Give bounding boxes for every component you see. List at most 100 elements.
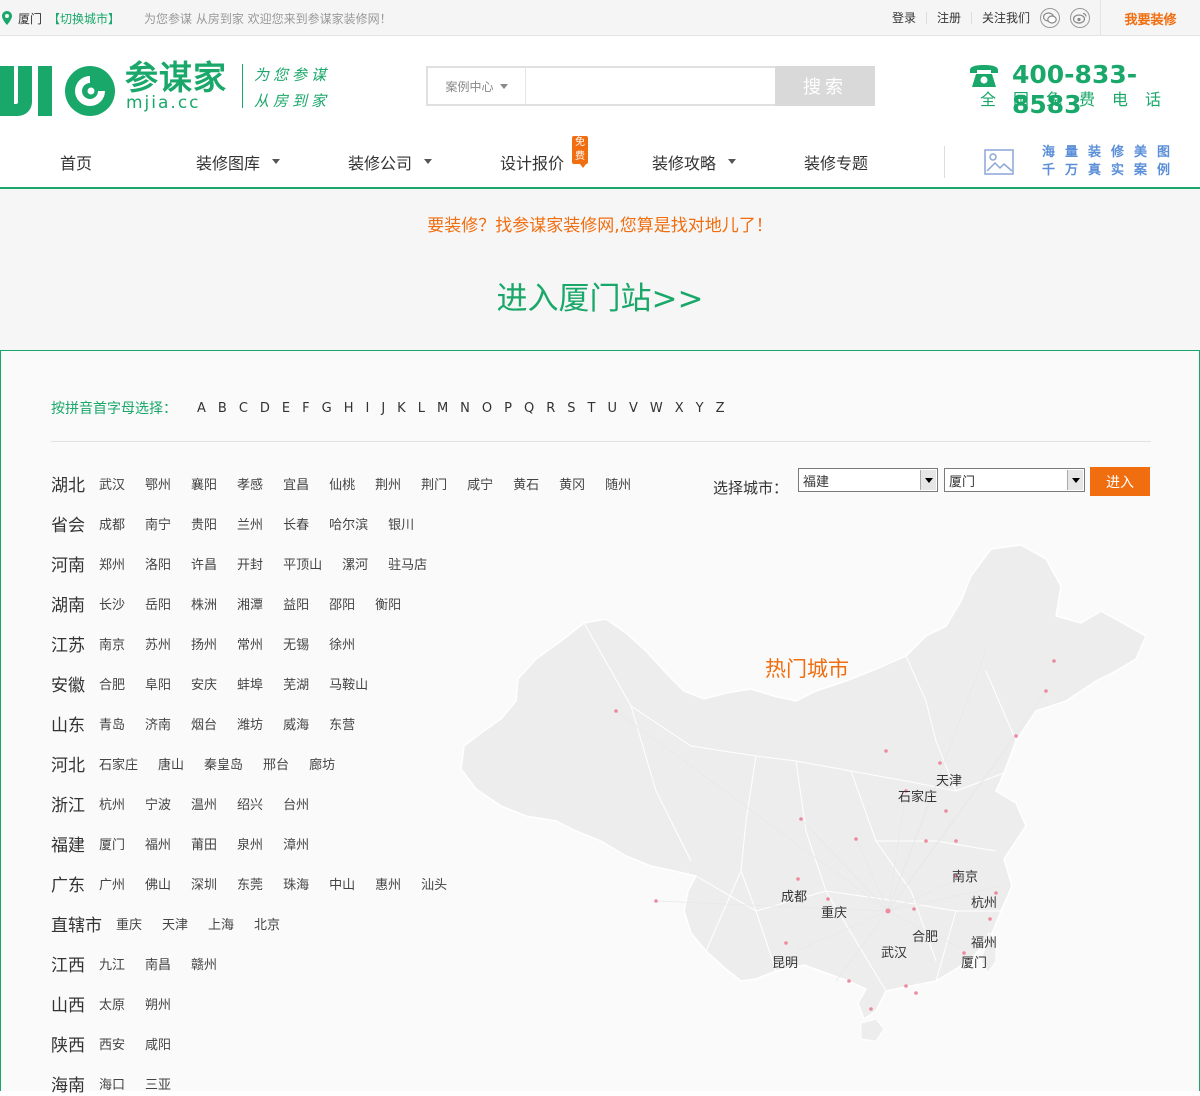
city-link[interactable]: 泉州	[237, 834, 263, 853]
city-link[interactable]: 珠海	[283, 874, 309, 893]
city-link[interactable]: 唐山	[158, 754, 184, 773]
city-link[interactable]: 贵阳	[191, 514, 217, 533]
search-category-dropdown[interactable]: 案例中心	[428, 68, 526, 104]
city-link[interactable]: 兰州	[237, 514, 263, 533]
city-link[interactable]: 中山	[329, 874, 355, 893]
letter-j[interactable]: J	[381, 401, 385, 416]
letter-r[interactable]: R	[546, 401, 555, 416]
map-city-nanjing[interactable]: 南京	[952, 866, 978, 885]
enter-city-site-link[interactable]: 进入厦门站>>	[0, 273, 1200, 318]
city-link[interactable]: 扬州	[191, 634, 217, 653]
letter-z[interactable]: Z	[716, 401, 725, 416]
city-link[interactable]: 朔州	[145, 994, 171, 1013]
city-link[interactable]: 绍兴	[237, 794, 263, 813]
letter-u[interactable]: U	[607, 401, 617, 416]
city-link[interactable]: 马鞍山	[329, 674, 368, 693]
city-link[interactable]: 潍坊	[237, 714, 263, 733]
city-link[interactable]: 徐州	[329, 634, 355, 653]
city-link[interactable]: 广州	[99, 874, 125, 893]
city-link[interactable]: 佛山	[145, 874, 171, 893]
city-link[interactable]: 惠州	[375, 874, 401, 893]
letter-w[interactable]: W	[650, 401, 663, 416]
city-link[interactable]: 邢台	[263, 754, 289, 773]
nav-topics[interactable]: 装修专题	[804, 136, 868, 187]
nav-guides[interactable]: 装修攻略	[652, 136, 737, 187]
letter-p[interactable]: P	[504, 401, 512, 416]
city-link[interactable]: 安庆	[191, 674, 217, 693]
city-link[interactable]: 宁波	[145, 794, 171, 813]
city-link[interactable]: 洛阳	[145, 554, 171, 573]
city-link[interactable]: 鄂州	[145, 474, 171, 493]
map-city-xiamen[interactable]: 厦门	[961, 952, 987, 971]
image-icon[interactable]	[984, 149, 1014, 175]
wechat-icon[interactable]	[1040, 8, 1060, 28]
register-link[interactable]: 注册	[927, 12, 972, 24]
city-link[interactable]: 无锡	[283, 634, 309, 653]
city-link[interactable]: 南宁	[145, 514, 171, 533]
letter-k[interactable]: K	[397, 401, 406, 416]
city-link[interactable]: 烟台	[191, 714, 217, 733]
city-link[interactable]: 长沙	[99, 594, 125, 613]
letter-f[interactable]: F	[302, 401, 309, 416]
city-link[interactable]: 西安	[99, 1034, 125, 1053]
letter-b[interactable]: B	[218, 401, 227, 416]
letter-q[interactable]: Q	[524, 401, 534, 416]
letter-n[interactable]: N	[460, 401, 470, 416]
letter-m[interactable]: M	[437, 401, 448, 416]
city-link[interactable]: 仙桃	[329, 474, 355, 493]
city-link[interactable]: 福州	[145, 834, 171, 853]
letter-h[interactable]: H	[344, 401, 354, 416]
city-link[interactable]: 青岛	[99, 714, 125, 733]
city-link[interactable]: 上海	[208, 914, 234, 933]
city-link[interactable]: 莆田	[191, 834, 217, 853]
letter-d[interactable]: D	[260, 401, 270, 416]
city-link[interactable]: 南昌	[145, 954, 171, 973]
nav-promo-link[interactable]: 海量装修美图 千万真实案例	[1042, 144, 1180, 180]
enter-button[interactable]: 进入	[1090, 467, 1150, 496]
letter-l[interactable]: L	[418, 401, 425, 416]
city-link[interactable]: 重庆	[116, 914, 142, 933]
search-input[interactable]	[526, 68, 775, 104]
city-link[interactable]: 襄阳	[191, 474, 217, 493]
city-link[interactable]: 荆门	[421, 474, 447, 493]
city-link[interactable]: 许昌	[191, 554, 217, 573]
city-link[interactable]: 九江	[99, 954, 125, 973]
city-link[interactable]: 株洲	[191, 594, 217, 613]
city-link[interactable]: 黄冈	[559, 474, 585, 493]
letter-o[interactable]: O	[482, 401, 492, 416]
city-link[interactable]: 天津	[162, 914, 188, 933]
switch-city-link[interactable]: 【切换城市】	[48, 10, 120, 27]
city-link[interactable]: 苏州	[145, 634, 171, 653]
city-link[interactable]: 蚌埠	[237, 674, 263, 693]
nav-home[interactable]: 首页	[60, 136, 92, 187]
city-link[interactable]: 三亚	[145, 1074, 171, 1093]
province-select[interactable]: 福建	[798, 468, 938, 492]
weibo-icon[interactable]	[1070, 8, 1090, 28]
letter-v[interactable]: V	[629, 401, 638, 416]
search-button[interactable]: 搜索	[775, 66, 875, 106]
nav-design-quote[interactable]: 设计报价 免费	[500, 136, 588, 187]
map-city-chengdu[interactable]: 成都	[781, 886, 807, 905]
city-link[interactable]: 芜湖	[283, 674, 309, 693]
city-link[interactable]: 合肥	[99, 674, 125, 693]
city-link[interactable]: 常州	[237, 634, 263, 653]
letter-t[interactable]: T	[588, 401, 596, 416]
city-link[interactable]: 黄石	[513, 474, 539, 493]
letter-g[interactable]: G	[322, 401, 332, 416]
city-link[interactable]: 银川	[388, 514, 414, 533]
city-link[interactable]: 秦皇岛	[204, 754, 243, 773]
city-link[interactable]: 衡阳	[375, 594, 401, 613]
letter-x[interactable]: X	[675, 401, 684, 416]
nav-gallery[interactable]: 装修图库	[196, 136, 281, 187]
city-link[interactable]: 漯河	[342, 554, 368, 573]
city-link[interactable]: 南京	[99, 634, 125, 653]
city-link[interactable]: 开封	[237, 554, 263, 573]
logo-mark-icon[interactable]	[0, 60, 118, 116]
map-city-shijiazhuang[interactable]: 石家庄	[898, 786, 937, 805]
city-link[interactable]: 廊坊	[309, 754, 335, 773]
city-link[interactable]: 漳州	[283, 834, 309, 853]
city-link[interactable]: 哈尔滨	[329, 514, 368, 533]
city-select[interactable]: 厦门	[944, 468, 1085, 492]
city-link[interactable]: 济南	[145, 714, 171, 733]
logo-text[interactable]: 参谋家	[125, 60, 227, 96]
